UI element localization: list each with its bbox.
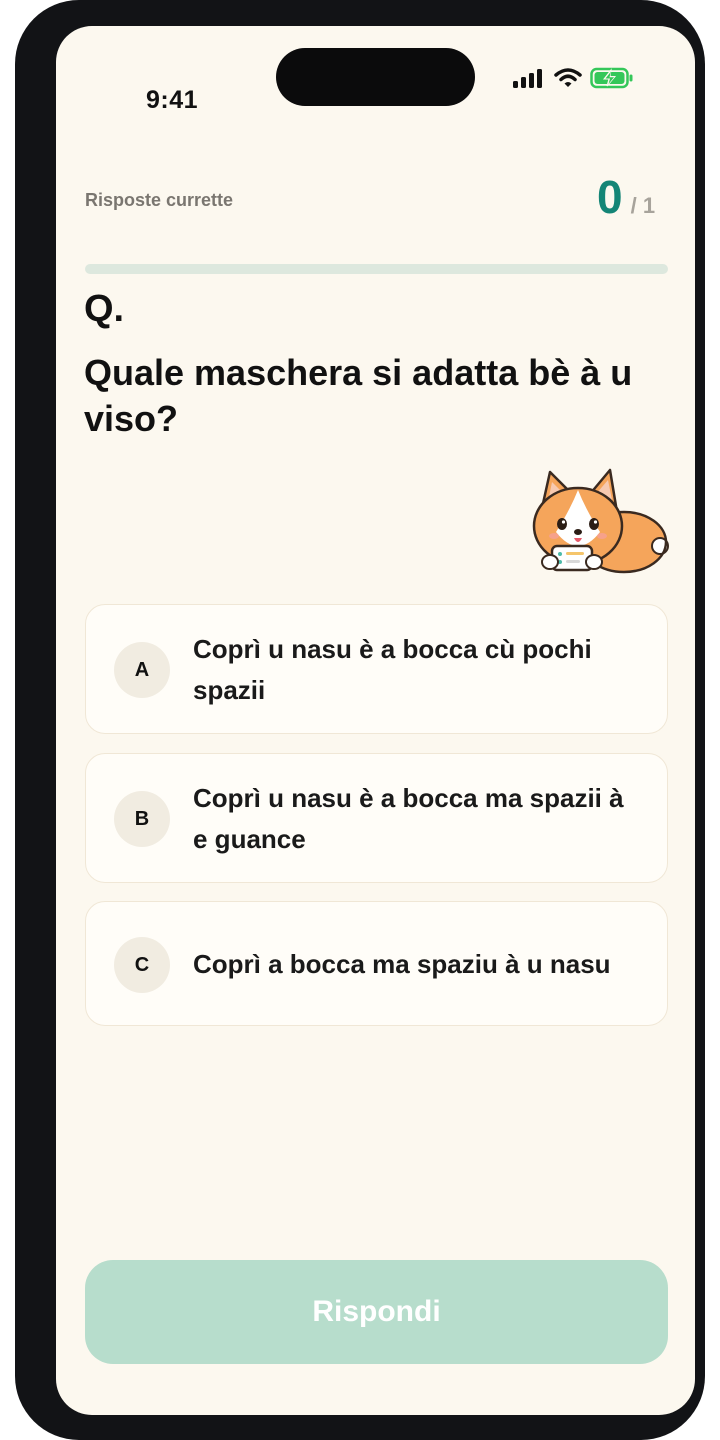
answer-option-b[interactable]: B Coprì u nasu è a bocca ma spazii à e g…: [85, 753, 668, 883]
option-text: Coprì a bocca ma spaziu à u nasu: [193, 949, 611, 979]
submit-answer-button[interactable]: Rispondi: [85, 1260, 668, 1364]
answer-option-c[interactable]: C Coprì a bocca ma spaziu à u nasu: [85, 901, 668, 1026]
app-screen: 9:41 Risposte currette 0 / 1 Q. Quale ma…: [56, 26, 695, 1415]
wifi-icon: [554, 68, 582, 87]
score-counter: 0 / 1: [597, 174, 655, 220]
dynamic-island: [276, 48, 475, 106]
status-time: 9:41: [146, 86, 199, 114]
cellular-signal-icon: [513, 69, 542, 88]
option-letter-badge: C: [114, 937, 170, 993]
score-total: / 1: [630, 193, 656, 218]
option-letter-badge: A: [114, 642, 170, 698]
option-text: Coprì u nasu è a bocca ma spazii à e gua…: [193, 783, 624, 854]
score-value: 0: [597, 171, 623, 223]
question-prefix: Q.: [84, 288, 125, 330]
option-text: Coprì u nasu è a bocca cù pochi spazii: [193, 634, 592, 705]
question-text: Quale maschera si adatta bè à u viso?: [84, 352, 633, 439]
status-icons: [512, 64, 634, 92]
battery-charging-icon: [590, 67, 633, 89]
corgi-mascot-icon: [532, 468, 669, 574]
option-letter-badge: B: [114, 791, 170, 847]
score-label: Risposte currette: [85, 190, 234, 210]
answer-option-a[interactable]: A Coprì u nasu è a bocca cù pochi spazii: [85, 604, 668, 734]
progress-bar: [85, 264, 668, 274]
phone-frame: 9:41 Risposte currette 0 / 1 Q. Quale ma…: [15, 0, 705, 1440]
